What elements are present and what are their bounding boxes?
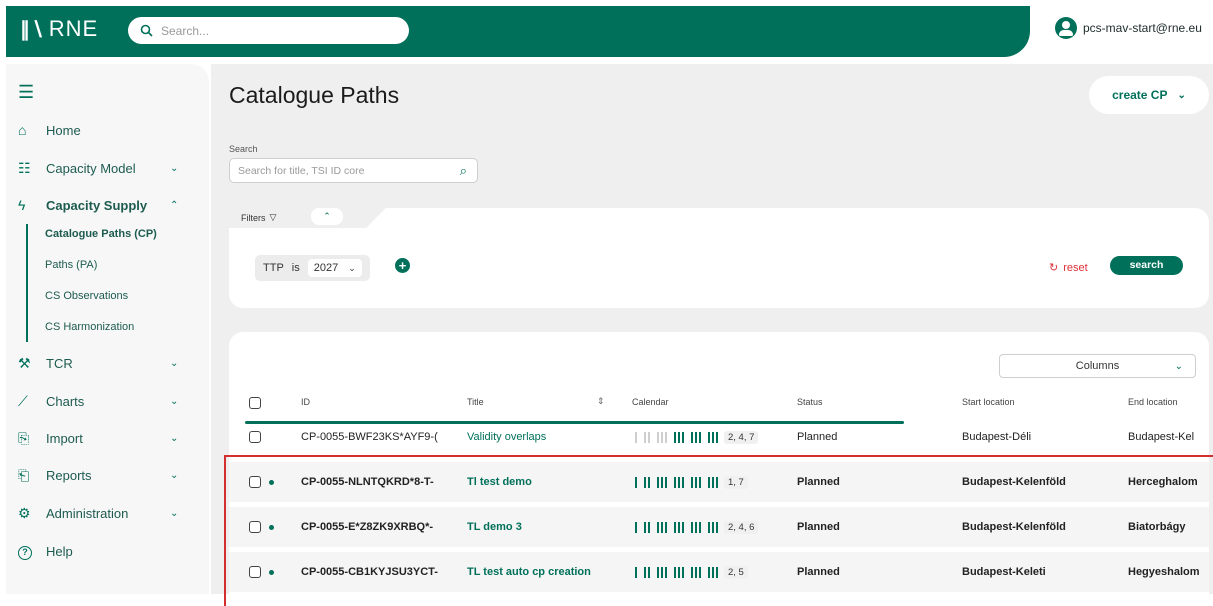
- column-header-id[interactable]: ID: [301, 397, 310, 407]
- columns-select[interactable]: Columns ⌄: [999, 354, 1196, 378]
- filters-label-text: Filters: [241, 212, 266, 223]
- sidebar-item-import[interactable]: ⎘ Import ⌄: [18, 430, 198, 447]
- column-header-status[interactable]: Status: [797, 397, 823, 407]
- user-email: pcs-mav-start@rne.eu: [1083, 21, 1202, 35]
- chart-icon: ⟋: [18, 393, 28, 409]
- import-icon: ⎘: [18, 430, 30, 446]
- filter-operator: is: [291, 262, 300, 274]
- chevron-down-icon: ⌄: [170, 470, 179, 481]
- search-input[interactable]: [238, 164, 448, 177]
- collapse-filters-button[interactable]: ⌃: [311, 208, 343, 225]
- sidebar-sub-catalogue-paths[interactable]: Catalogue Paths (CP): [45, 228, 157, 240]
- sidebar-item-help[interactable]: ? Help: [18, 542, 198, 560]
- table-scroll-indicator: [245, 421, 904, 424]
- chevron-down-icon: ⌄: [170, 396, 179, 407]
- sidebar-item-label: Help: [46, 543, 73, 559]
- selection-highlight-box: [224, 455, 1213, 606]
- top-bar: ∥∖ RNE: [6, 6, 1030, 57]
- sidebar-item-label: Reports: [46, 468, 92, 483]
- reset-button[interactable]: ↻ reset: [1049, 261, 1088, 275]
- chevron-down-icon: ⌄: [170, 358, 179, 369]
- sidebar-sub-cs-observations[interactable]: CS Observations: [45, 290, 128, 302]
- menu-icon[interactable]: ☰: [18, 82, 34, 103]
- capacity-supply-icon: ϟ: [18, 197, 26, 213]
- sidebar-item-label: Administration: [46, 506, 129, 521]
- sidebar-sub-paths[interactable]: Paths (PA): [45, 259, 97, 271]
- administration-icon: ⚙: [18, 505, 31, 521]
- filters-toggle-label[interactable]: Filters ▽: [241, 212, 276, 223]
- chevron-up-icon: ⌃: [170, 199, 179, 211]
- sidebar-item-capacity-model[interactable]: ☷ Capacity Model ⌄: [18, 160, 198, 177]
- logo[interactable]: ∥∖ RNE: [20, 16, 98, 42]
- search-icon[interactable]: ⌕: [460, 163, 467, 179]
- chevron-down-icon: ⌄: [170, 163, 179, 174]
- column-header-calendar[interactable]: Calendar: [632, 397, 669, 407]
- page-title: Catalogue Paths: [229, 82, 400, 108]
- sidebar-item-label: Capacity Model: [46, 161, 136, 176]
- sidebar-item-charts[interactable]: ⟋ Charts ⌄: [18, 393, 198, 410]
- filter-value-select[interactable]: 2027 ⌄: [307, 259, 362, 277]
- add-filter-button[interactable]: +: [395, 258, 410, 273]
- create-cp-label: create CP: [1112, 88, 1168, 102]
- sidebar-item-tcr[interactable]: ⚒ TCR ⌄: [18, 355, 198, 372]
- row-id: CP-0055-BWF23KS*AYF9-(: [301, 431, 438, 443]
- sidebar-sub-cs-harmonization[interactable]: CS Harmonization: [45, 321, 134, 333]
- sidebar-item-label: Home: [46, 122, 81, 138]
- column-header-start-location[interactable]: Start location: [962, 397, 1015, 407]
- tcr-icon: ⚒: [18, 355, 31, 371]
- reset-label: reset: [1063, 261, 1088, 274]
- chevron-down-icon: ⌄: [170, 508, 179, 519]
- sidebar-item-home[interactable]: ⌂ Home: [18, 122, 198, 138]
- filter-field: TTP: [263, 262, 284, 274]
- sidebar-item-label: Capacity Supply: [46, 197, 148, 213]
- help-icon: ?: [18, 542, 40, 560]
- capacity-model-icon: ☷: [18, 160, 31, 176]
- search-icon: [140, 24, 153, 37]
- sidebar-item-capacity-supply[interactable]: ϟ Capacity Supply ⌃: [18, 197, 198, 213]
- search-label: Search: [229, 144, 258, 154]
- row-calendar-days: 2, 4, 7: [724, 431, 759, 444]
- global-search: [128, 17, 409, 44]
- row-checkbox[interactable]: [249, 431, 261, 443]
- sort-icon[interactable]: ⇕: [597, 396, 605, 407]
- filter-value: 2027: [313, 262, 339, 274]
- global-search-input[interactable]: [161, 23, 361, 38]
- select-all-checkbox[interactable]: [249, 397, 261, 409]
- create-cp-button[interactable]: create CP ⌄: [1089, 76, 1209, 114]
- search-field: ⌕: [229, 158, 478, 183]
- sidebar-item-label: TCR: [46, 356, 73, 371]
- row-title[interactable]: Validity overlaps: [467, 431, 546, 443]
- chevron-down-icon: ⌄: [1174, 360, 1183, 372]
- columns-label: Columns: [1075, 360, 1120, 372]
- home-icon: ⌂: [18, 122, 27, 138]
- chevron-up-icon: ⌃: [323, 211, 331, 221]
- sidebar-item-label: Charts: [46, 394, 85, 409]
- reports-icon: ⎗: [18, 467, 30, 483]
- app-root: ∥∖ RNE pcs-mav-start@rne.eu ☰ ⌂ Home ☷ C…: [0, 0, 1213, 606]
- filter-panel: [229, 208, 1209, 308]
- submenu-line: [26, 224, 28, 342]
- column-header-title[interactable]: Title: [467, 397, 484, 407]
- search-button[interactable]: search: [1110, 256, 1183, 275]
- column-header-end-location[interactable]: End location: [1128, 397, 1178, 407]
- row-status: Planned: [797, 431, 838, 443]
- row-start-location: Budapest-Déli: [962, 431, 1032, 443]
- chevron-down-icon: ⌄: [348, 262, 356, 273]
- sidebar-item-reports[interactable]: ⎗ Reports ⌄: [18, 467, 198, 484]
- filter-icon: ▽: [269, 212, 277, 222]
- sidebar: ☰ ⌂ Home ☷ Capacity Model ⌄ ϟ Capacity S…: [6, 64, 209, 594]
- row-calendar: 2, 4, 7: [635, 431, 759, 444]
- logo-mark: ∥∖: [20, 18, 45, 41]
- user-menu[interactable]: pcs-mav-start@rne.eu: [1055, 17, 1202, 39]
- chevron-down-icon: ⌄: [170, 433, 179, 444]
- user-avatar-icon: [1055, 17, 1077, 39]
- sidebar-item-label: Import: [46, 431, 83, 446]
- row-end-location: Budapest-Kel: [1128, 431, 1195, 443]
- sidebar-item-administration[interactable]: ⚙ Administration ⌄: [18, 505, 198, 522]
- chevron-down-icon: ⌄: [1177, 89, 1186, 101]
- filter-chip[interactable]: TTP is 2027 ⌄: [255, 255, 370, 281]
- logo-text: RNE: [48, 16, 99, 41]
- reset-icon: ↻: [1049, 262, 1059, 274]
